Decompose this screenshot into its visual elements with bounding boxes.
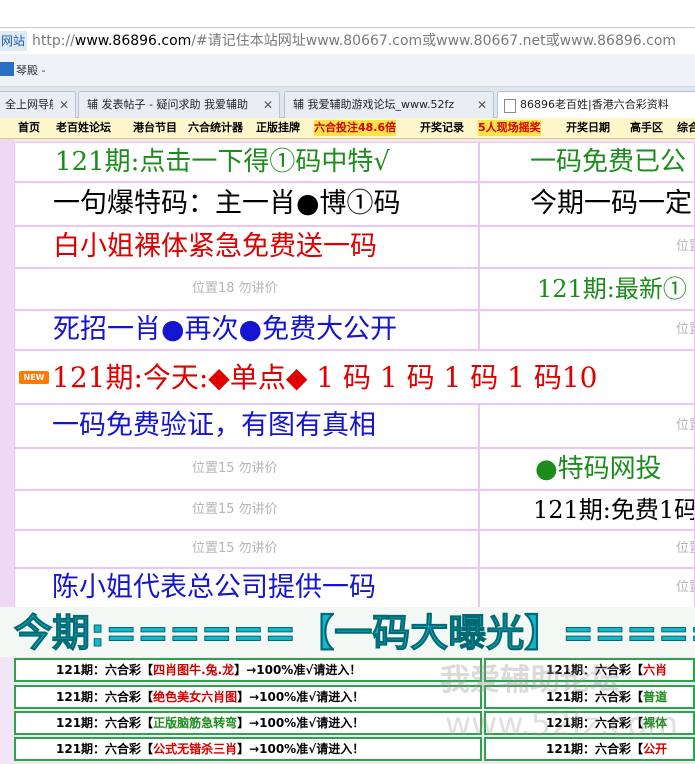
address-bar[interactable]: 网站 http://www.86896.com/#请记住本站网址www.8066… <box>0 27 695 55</box>
url-path: /#请记住本站网址www.80667.com或www.80667.net或www… <box>191 33 677 49</box>
tab-post[interactable]: 辅 发表帖子 - 疑问求助 我爱辅助 ✕ <box>78 91 280 118</box>
ad-slot[interactable]: 位置 <box>479 530 695 568</box>
content-row: 陈小姐代表总公司提供一码 位置 <box>14 568 695 608</box>
content-row: 白小姐裸体紧急免费送一码 位置 <box>14 226 695 268</box>
site-identity-label[interactable]: 网站 <box>0 31 27 51</box>
promo-link[interactable]: ●特码网投 <box>479 448 695 490</box>
promo-link[interactable]: 今期一码一定 <box>479 182 695 226</box>
bookmark-icon[interactable] <box>0 62 14 76</box>
ad-slot[interactable]: 位置18 勿讲价 <box>14 268 479 310</box>
headline-text: 121期:今天:◆单点◆ 1 码 1 码 1 码 1 码10 <box>52 361 598 394</box>
promo-link[interactable]: 一码免费已公 <box>479 142 695 182</box>
nav-item[interactable]: 老百姓论坛 <box>56 120 111 136</box>
promo-link[interactable]: 一句爆特码：主一肖●博①码 <box>14 182 479 226</box>
new-badge-icon: NEW <box>19 371 49 384</box>
tab-active[interactable]: 86896老百姓|香港六合彩资料 <box>497 91 695 119</box>
ad-slot[interactable]: 位置 <box>479 310 695 350</box>
promo-link[interactable]: 死招一肖●再次●免费大公开 <box>14 310 479 350</box>
link-prefix: 121期：六合彩【 <box>56 742 154 756</box>
content-row: NEW 121期:今天:◆单点◆ 1 码 1 码 1 码 1 码10 <box>14 350 695 404</box>
content-row: 一码免费验证，有图有真相 位置 <box>14 404 695 448</box>
close-icon[interactable]: ✕ <box>477 92 487 118</box>
bookmarks-bar: 琴殿 - <box>0 54 695 87</box>
ad-slot[interactable]: 位置15 勿讲价 <box>14 490 479 530</box>
banner-text: 今期:======【一码大曝光】===== <box>13 611 695 656</box>
url-host: www.86896.com <box>74 33 192 49</box>
ad-slot[interactable]: 位置15 勿讲价 <box>14 530 479 568</box>
link-prefix: 121期：六合彩【 <box>56 663 154 677</box>
content-row: 位置18 勿讲价 121期:最新① <box>14 268 695 310</box>
exposure-banner: 今期:======【一码大曝光】===== <box>0 607 695 657</box>
nav-item[interactable]: 高手区 <box>630 120 663 136</box>
promo-link[interactable]: 一码免费验证，有图有真相 <box>14 404 479 448</box>
url-text[interactable]: http://www.86896.com/#请记住本站网址www.80667.c… <box>32 31 676 51</box>
close-icon[interactable]: ✕ <box>263 92 273 118</box>
promo-link[interactable]: 121期:点击一下得①码中特√ <box>14 142 479 182</box>
link-suffix: 】→100%准√请进入！ <box>237 716 365 730</box>
content-row: 位置15 勿讲价 ●特码网投 <box>14 448 695 490</box>
nav-item[interactable]: 港台节目 <box>133 120 177 136</box>
link-row[interactable]: 121期：六合彩【公式无错杀三肖】→100%准√请进入！ <box>14 737 482 761</box>
nav-item[interactable]: 综合 <box>677 120 695 136</box>
nav-item-bet[interactable]: 六合投注48.6倍 <box>314 120 397 136</box>
tab-bar: 全上网导航 ✕ 辅 发表帖子 - 疑问求助 我爱辅助 ✕ 辅 我爱辅助游戏论坛_… <box>0 87 695 119</box>
link-row[interactable]: 121期：六合彩【绝色美女六肖图】→100%准√请进入！ <box>14 685 482 709</box>
link-highlight: 绝色美女六肖图 <box>153 690 238 704</box>
promo-link[interactable]: 121期:免费1码 <box>479 490 695 530</box>
content-row: 一句爆特码：主一肖●博①码 今期一码一定 <box>14 182 695 226</box>
link-prefix: 121期：六合彩【 <box>56 690 154 704</box>
nav-item[interactable]: 开奖记录 <box>420 120 464 136</box>
link-row[interactable]: 121期：六合彩【四肖图牛.兔.龙】→100%准√请进入！ <box>14 658 482 682</box>
left-margin <box>0 139 14 609</box>
link-suffix: 】→100%准√请进入！ <box>234 663 362 677</box>
link-prefix: 121期：六合彩【 <box>546 742 644 756</box>
tab-label: 全上网导航 <box>5 98 53 111</box>
headline-row[interactable]: NEW 121期:今天:◆单点◆ 1 码 1 码 1 码 1 码10 <box>14 350 695 404</box>
nav-item-live[interactable]: 5人现场摇奖 <box>478 120 541 136</box>
watermark-url: www.52fz.com <box>445 705 679 743</box>
ad-slot[interactable]: 位置 <box>479 226 695 268</box>
link-row[interactable]: 121期：六合彩【正版脑筋急转弯】→100%准√请进入！ <box>14 711 482 735</box>
ad-slot[interactable]: 位置 <box>479 404 695 448</box>
nav-item[interactable]: 正版挂牌 <box>256 120 300 136</box>
promo-link[interactable]: 121期:最新① <box>479 268 695 310</box>
link-highlight: 公开 <box>643 742 668 756</box>
nav-item[interactable]: 开奖日期 <box>566 120 610 136</box>
tab-nav[interactable]: 全上网导航 ✕ <box>0 91 76 118</box>
url-scheme: http:// <box>32 33 75 49</box>
content-row: 位置15 勿讲价 位置 <box>14 530 695 568</box>
tab-label: 辅 我爱辅助游戏论坛_www.52fz <box>293 98 455 111</box>
content-row: 121期:点击一下得①码中特√ 一码免费已公 <box>14 142 695 182</box>
tab-forum[interactable]: 辅 我爱辅助游戏论坛_www.52fz ✕ <box>284 91 494 118</box>
link-highlight: 四肖图牛.兔.龙 <box>153 663 235 677</box>
tab-label: 86896老百姓|香港六合彩资料 <box>520 98 669 111</box>
link-suffix: 】→100%准√请进入！ <box>237 742 365 756</box>
link-highlight: 六肖 <box>643 663 668 677</box>
promo-link[interactable]: 陈小姐代表总公司提供一码 <box>14 568 479 608</box>
tab-label: 辅 发表帖子 - 疑问求助 我爱辅助 <box>87 98 248 111</box>
nav-item[interactable]: 首页 <box>18 120 40 136</box>
link-highlight: 公式无错杀三肖 <box>153 742 238 756</box>
promo-link[interactable]: 白小姐裸体紧急免费送一码 <box>14 226 479 268</box>
content-row: 位置15 勿讲价 121期:免费1码 <box>14 490 695 530</box>
link-highlight: 普道 <box>643 690 668 704</box>
link-suffix: 】→100%准√请进入！ <box>237 690 365 704</box>
nav-item[interactable]: 六合统计器 <box>188 120 243 136</box>
watermark-text: 我爱辅助论坛 <box>440 663 620 698</box>
ad-slot[interactable]: 位置15 勿讲价 <box>14 448 479 490</box>
close-icon[interactable]: ✕ <box>59 92 69 118</box>
page-icon <box>504 99 516 113</box>
bookmark-item[interactable]: 琴殿 - <box>16 62 45 78</box>
link-prefix: 121期：六合彩【 <box>56 716 154 730</box>
ad-slot[interactable]: 位置 <box>479 568 695 608</box>
content-row: 死招一肖●再次●免费大公开 位置 <box>14 310 695 350</box>
link-highlight: 正版脑筋急转弯 <box>153 716 238 730</box>
site-nav: 首页 老百姓论坛 港台节目 六合统计器 正版挂牌 六合投注48.6倍 开奖记录 … <box>0 118 695 139</box>
